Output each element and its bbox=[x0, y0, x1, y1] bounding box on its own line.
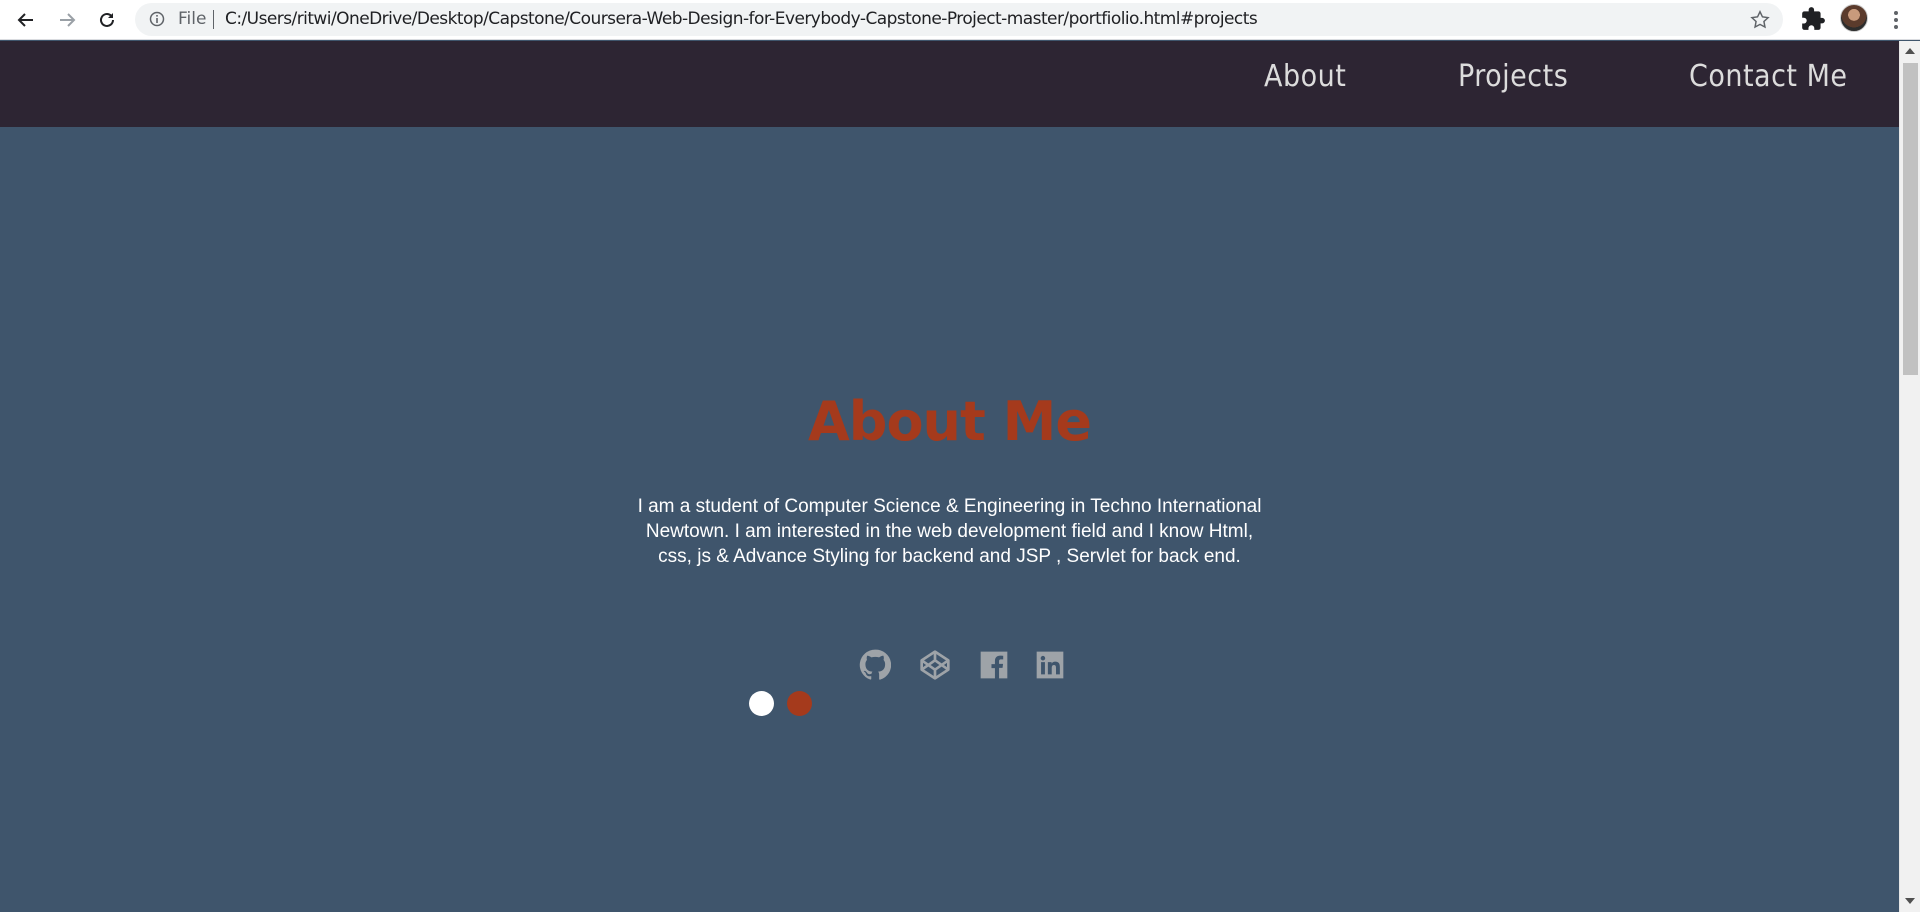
back-arrow-icon bbox=[17, 13, 33, 27]
facebook-icon[interactable] bbox=[978, 649, 1010, 681]
page-scrollbar[interactable] bbox=[1899, 41, 1920, 912]
extensions-puzzle-icon[interactable] bbox=[1800, 6, 1826, 32]
about-section: About Me I am a student of Computer Scie… bbox=[0, 127, 1899, 912]
carousel-dot-1[interactable] bbox=[749, 691, 774, 716]
browser-toolbar: File C:/Users/ritwi/OneDrive/Desktop/Cap… bbox=[0, 0, 1920, 40]
browser-menu-icon[interactable] bbox=[1884, 6, 1908, 34]
codepen-icon[interactable] bbox=[919, 649, 951, 681]
url-text[interactable]: C:/Users/ritwi/OneDrive/Desktop/Capstone… bbox=[225, 9, 1258, 29]
back-button[interactable] bbox=[10, 4, 42, 36]
forward-arrow-icon bbox=[60, 13, 76, 27]
reload-icon bbox=[100, 12, 114, 27]
nav-link-about[interactable]: About bbox=[1264, 59, 1346, 94]
about-bio: I am a student of Computer Science & Eng… bbox=[637, 496, 1262, 567]
scroll-up-arrow-icon[interactable] bbox=[1905, 48, 1915, 54]
address-bar[interactable]: File C:/Users/ritwi/OneDrive/Desktop/Cap… bbox=[135, 3, 1783, 36]
file-scheme-label: File bbox=[178, 9, 207, 29]
linkedin-icon[interactable] bbox=[1034, 649, 1066, 681]
forward-button[interactable] bbox=[51, 4, 83, 36]
info-icon[interactable] bbox=[149, 11, 165, 27]
github-icon[interactable] bbox=[859, 649, 891, 681]
nav-link-contact[interactable]: Contact Me bbox=[1689, 59, 1847, 94]
bookmark-star-icon[interactable] bbox=[1749, 9, 1771, 31]
profile-avatar[interactable] bbox=[1840, 4, 1868, 32]
reload-button[interactable] bbox=[91, 4, 123, 36]
social-links bbox=[0, 649, 1899, 683]
scroll-down-arrow-icon[interactable] bbox=[1905, 898, 1915, 904]
about-title: About Me bbox=[808, 390, 1092, 453]
omnibox-separator bbox=[213, 10, 214, 29]
scroll-thumb[interactable] bbox=[1903, 63, 1918, 375]
nav-link-projects[interactable]: Projects bbox=[1458, 59, 1568, 94]
site-navbar: About Projects Contact Me bbox=[0, 41, 1899, 127]
carousel-dot-2[interactable] bbox=[787, 691, 812, 716]
